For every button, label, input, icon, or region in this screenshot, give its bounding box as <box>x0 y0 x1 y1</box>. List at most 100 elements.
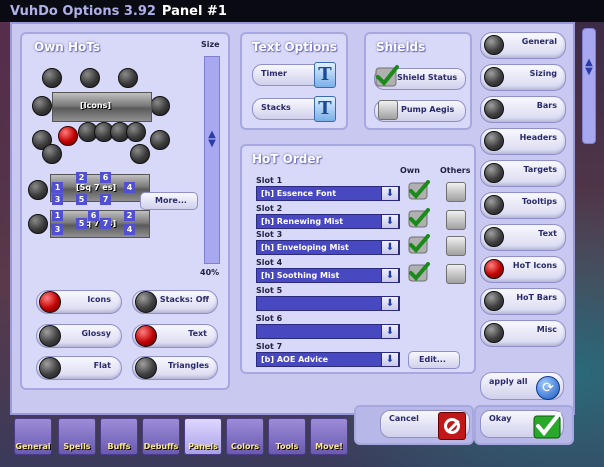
slot-number-5: 5 <box>76 218 87 229</box>
radio-knob-icon <box>484 163 504 183</box>
hot-icon-dot[interactable] <box>42 144 62 164</box>
nav-scrollbar[interactable] <box>582 28 596 144</box>
hot-square-dot[interactable] <box>28 180 48 200</box>
dropdown-arrow-icon[interactable]: ⬇ <box>381 240 399 255</box>
edit-button[interactable]: Edit... <box>408 351 460 369</box>
nav-hot-bars-label: HoT Bars <box>516 293 557 302</box>
nav-tooltips-label: Tooltips <box>521 197 557 206</box>
slot-dropdown[interactable]: [b] AOE Advice ⬇ <box>256 352 400 367</box>
hot-icon-dot[interactable] <box>150 130 170 150</box>
dropdown-arrow-icon[interactable]: ⬇ <box>381 186 399 201</box>
slot-dropdown[interactable]: ⬇ <box>256 296 400 311</box>
radio-knob-icon <box>135 325 157 347</box>
nav-tooltips[interactable]: Tooltips <box>480 192 566 219</box>
hot-icon-dot[interactable] <box>150 96 170 116</box>
radio-knob-icon <box>39 291 61 313</box>
triangles-toggle[interactable]: Triangles <box>132 356 218 380</box>
nav-sizing[interactable]: Sizing <box>480 64 566 91</box>
hot-icon-dot-selected[interactable] <box>58 126 78 146</box>
slot-dropdown[interactable]: ⬇ <box>256 324 400 339</box>
app-title: VuhDo Options 3.92 <box>10 3 156 19</box>
dropdown-arrow-icon[interactable]: ⬇ <box>381 324 399 339</box>
size-slider-thumb-icon[interactable]: ▲ ▼ <box>207 130 217 149</box>
slot-dropdown[interactable]: [h] Essence Font ⬇ <box>256 186 400 201</box>
nav-hot-icons[interactable]: HoT Icons <box>480 256 566 283</box>
panel-title: Panel #1 <box>161 3 227 19</box>
slot-dropdown[interactable]: [h] Renewing Mist ⬇ <box>256 214 400 229</box>
nav-text[interactable]: Text <box>480 224 566 251</box>
radio-knob-icon <box>484 195 504 215</box>
others-column-header: Others <box>440 166 471 175</box>
hot-icon-dot[interactable] <box>42 68 62 88</box>
slot-label: Slot 7 <box>256 342 283 351</box>
glossy-toggle-label: Glossy <box>81 329 111 338</box>
nav-targets[interactable]: Targets <box>480 160 566 187</box>
others-checkbox[interactable] <box>446 210 466 230</box>
size-slider[interactable] <box>204 56 220 264</box>
radio-knob-icon <box>484 131 504 151</box>
slot-number-6: 6 <box>88 210 99 221</box>
tab-tools[interactable]: Tools <box>268 418 306 455</box>
tab-debuffs-label: Debuffs <box>143 442 179 451</box>
dropdown-arrow-icon[interactable]: ⬇ <box>381 268 399 283</box>
scroll-thumb-icon[interactable]: ▲ ▼ <box>584 58 594 77</box>
slot-label: Slot 4 <box>256 258 283 267</box>
tab-debuffs[interactable]: Debuffs <box>142 418 180 455</box>
others-checkbox[interactable] <box>446 182 466 202</box>
tab-panels-label: Panels <box>188 442 218 451</box>
check-mark-icon[interactable] <box>408 262 430 282</box>
hot-icon-dot[interactable] <box>118 68 138 88</box>
stacks-toggle[interactable]: Stacks: Off <box>132 290 218 314</box>
stacks-toggle-label: Stacks: Off <box>159 295 209 304</box>
slot-label: Slot 3 <box>256 230 283 239</box>
icons-toggle[interactable]: Icons <box>36 290 122 314</box>
radio-knob-icon <box>135 357 157 379</box>
tab-move[interactable]: Move! <box>310 418 348 455</box>
others-checkbox[interactable] <box>446 264 466 284</box>
tab-panels[interactable]: Panels <box>184 418 222 455</box>
nav-misc[interactable]: Misc <box>480 320 566 347</box>
others-checkbox[interactable] <box>446 236 466 256</box>
hot-icon-dot[interactable] <box>126 122 146 142</box>
slot-number-6: 6 <box>100 172 111 183</box>
tab-spells[interactable]: Spells <box>58 418 96 455</box>
nav-general[interactable]: General <box>480 32 566 59</box>
shield-status-label: Shield Status <box>397 73 458 82</box>
text-options-title: Text Options <box>252 40 337 54</box>
glossy-toggle[interactable]: Glossy <box>36 324 122 348</box>
triangles-toggle-label: Triangles <box>167 361 209 370</box>
more-button[interactable]: More... <box>140 192 198 210</box>
check-mark-icon[interactable] <box>408 234 430 254</box>
hot-icon-dot[interactable] <box>130 144 150 164</box>
title-bar[interactable]: VuhDo Options 3.92 Panel #1 <box>0 0 604 22</box>
own-hots-section: Own HoTs Size [Icons] [Sq 7 es] 1 2 3 4 … <box>20 32 230 390</box>
nav-headers[interactable]: Headers <box>480 128 566 155</box>
slot-dropdown[interactable]: [h] Enveloping Mist ⬇ <box>256 240 400 255</box>
nav-general-label: General <box>521 37 557 46</box>
shields-section: Shields Shield Status Pump Aegis <box>364 32 472 130</box>
tab-colors[interactable]: Colors <box>226 418 264 455</box>
radio-knob-icon <box>484 259 504 279</box>
flat-toggle[interactable]: Flat <box>36 356 122 380</box>
nav-bars[interactable]: Bars <box>480 96 566 123</box>
hot-icon-dot[interactable] <box>80 68 100 88</box>
hot-square-dot[interactable] <box>28 214 48 234</box>
radio-knob-icon <box>484 227 504 247</box>
nav-headers-label: Headers <box>519 133 557 142</box>
hot-icon-dot[interactable] <box>32 96 52 116</box>
check-mark-icon[interactable] <box>408 180 430 200</box>
slot-dropdown[interactable]: [h] Soothing Mist ⬇ <box>256 268 400 283</box>
tab-buffs[interactable]: Buffs <box>100 418 138 455</box>
dropdown-arrow-icon[interactable]: ⬇ <box>381 214 399 229</box>
radio-knob-icon <box>484 323 504 343</box>
dropdown-arrow-icon[interactable]: ⬇ <box>381 296 399 311</box>
dropdown-arrow-icon[interactable]: ⬇ <box>381 352 399 367</box>
icons-toggle-label: Icons <box>87 295 111 304</box>
pump-aegis-checkbox[interactable] <box>378 100 398 120</box>
nav-hot-bars[interactable]: HoT Bars <box>480 288 566 315</box>
tab-general[interactable]: General <box>14 418 52 455</box>
radio-knob-icon <box>484 35 504 55</box>
text-toggle[interactable]: Text <box>132 324 218 348</box>
check-mark-icon[interactable] <box>408 208 430 228</box>
tab-general-label: General <box>15 442 51 451</box>
